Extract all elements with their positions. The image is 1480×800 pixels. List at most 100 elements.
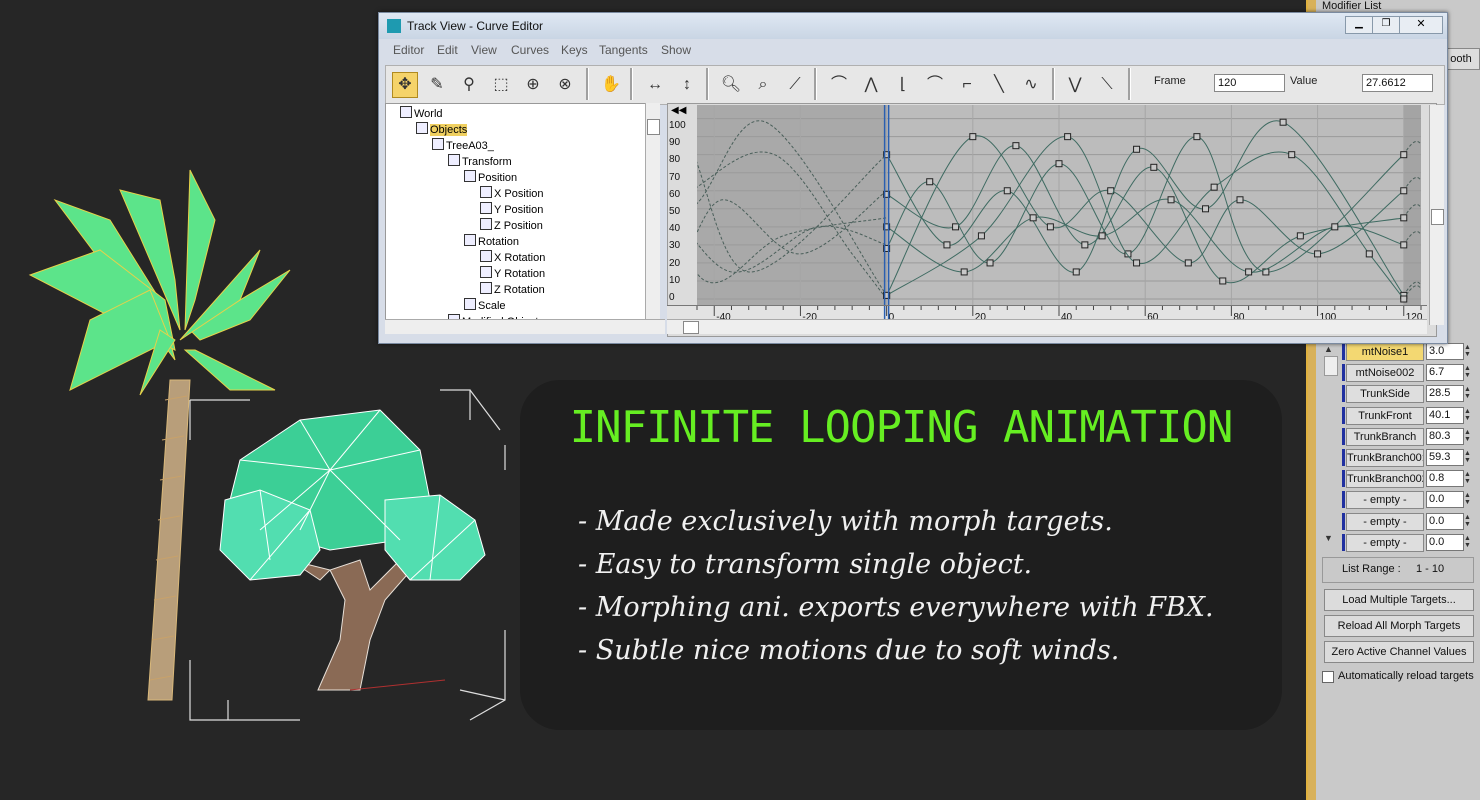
graph-vscrollbar[interactable] bbox=[1429, 105, 1444, 325]
channel-name-button[interactable]: TrunkSide bbox=[1346, 385, 1424, 404]
value-field[interactable]: 27.6612 bbox=[1362, 74, 1433, 92]
channel-name-button[interactable]: mtNoise1 bbox=[1346, 343, 1424, 361]
tree-item[interactable]: Position bbox=[464, 170, 517, 184]
add-keys-icon[interactable]: ⚲ bbox=[456, 72, 482, 98]
panel-scroll-down-icon[interactable]: ▼ bbox=[1324, 533, 1336, 547]
tree-item[interactable]: Scale bbox=[464, 298, 506, 312]
isolate-curve-icon[interactable]: ⟋ bbox=[782, 72, 808, 98]
channel-name-button[interactable]: TrunkFront bbox=[1346, 406, 1424, 425]
title-bar[interactable]: Track View - Curve Editor ▁ ❐ ✕ bbox=[379, 13, 1447, 39]
menu-editor[interactable]: Editor bbox=[393, 43, 424, 57]
channel-indicator bbox=[1342, 343, 1345, 360]
channel-name-button[interactable]: - empty - bbox=[1346, 491, 1424, 510]
channel-value-field[interactable]: 0.0 bbox=[1426, 533, 1464, 551]
unify-tangents-icon[interactable]: ⟍ bbox=[1094, 72, 1120, 98]
menu-show[interactable]: Show bbox=[661, 43, 691, 57]
spinner-icon[interactable]: ▲ ▼ bbox=[1464, 386, 1473, 400]
auto-reload-checkbox[interactable] bbox=[1322, 671, 1334, 683]
tree-item[interactable]: Rotation bbox=[464, 234, 519, 248]
spinner-icon[interactable]: ▲ ▼ bbox=[1464, 408, 1473, 422]
channel-value-field[interactable]: 3.0 bbox=[1426, 343, 1464, 360]
zoom-horizontal-icon[interactable]: ↔ bbox=[642, 72, 668, 98]
tangent-slow-icon[interactable]: ⌒ bbox=[922, 72, 948, 98]
close-icon[interactable]: ✕ bbox=[1399, 16, 1443, 34]
channel-value-field[interactable]: 40.1 bbox=[1426, 406, 1464, 424]
slide-keys-icon[interactable]: ⊗ bbox=[552, 72, 578, 98]
zoom-vertical-icon[interactable]: ↕ bbox=[674, 72, 700, 98]
channel-value-field[interactable]: 0.8 bbox=[1426, 470, 1464, 488]
y-tick-label: 40 bbox=[669, 223, 681, 235]
channel-name-button[interactable]: mtNoise002 bbox=[1346, 364, 1424, 383]
draw-curves-icon[interactable]: ✎ bbox=[424, 72, 450, 98]
move-keys-icon[interactable]: ✥ bbox=[392, 72, 418, 98]
channel-name-button[interactable]: - empty - bbox=[1346, 512, 1424, 531]
morph-channel-row: mtNoise002 6.7 ▲ ▼ bbox=[1342, 364, 1478, 383]
spinner-icon[interactable]: ▲ ▼ bbox=[1464, 535, 1473, 549]
spinner-icon[interactable]: ▲ ▼ bbox=[1464, 365, 1473, 379]
menu-keys[interactable]: Keys bbox=[561, 43, 588, 57]
spinner-icon[interactable]: ▲ ▼ bbox=[1464, 450, 1473, 464]
modifier-list-label[interactable]: Modifier List bbox=[1322, 0, 1381, 12]
tangent-linear-icon[interactable]: ╲ bbox=[986, 72, 1012, 98]
channel-value-field[interactable]: 0.0 bbox=[1426, 512, 1464, 530]
tangent-smooth-icon[interactable]: ∿ bbox=[1018, 72, 1044, 98]
spinner-icon[interactable]: ▲ ▼ bbox=[1464, 344, 1473, 358]
channel-value-field[interactable]: 6.7 bbox=[1426, 364, 1464, 382]
channel-scrollbar[interactable] bbox=[1324, 356, 1338, 376]
tree-item[interactable]: TreeA03_ bbox=[432, 138, 494, 152]
key-marker bbox=[1400, 214, 1408, 222]
tree-item[interactable]: World bbox=[400, 106, 443, 120]
channel-value-field[interactable]: 59.3 bbox=[1426, 449, 1464, 466]
tree-item[interactable]: Z Rotation bbox=[480, 282, 545, 296]
spinner-icon[interactable]: ▲ ▼ bbox=[1464, 471, 1473, 485]
zero-active-values-button[interactable]: Zero Active Channel Values bbox=[1324, 641, 1474, 663]
tree-item-label: X Rotation bbox=[494, 252, 546, 264]
reload-all-targets-button[interactable]: Reload All Morph Targets bbox=[1324, 615, 1474, 637]
tree-item[interactable]: Z Position bbox=[480, 218, 543, 232]
pan-hand-icon[interactable]: ✋ bbox=[598, 72, 624, 98]
channel-name-button[interactable]: TrunkBranch002 bbox=[1346, 470, 1424, 489]
tree-item[interactable]: Objects bbox=[416, 122, 468, 136]
tangent-custom-icon[interactable]: ⋀ bbox=[858, 72, 884, 98]
channel-name-button[interactable]: TrunkBranch00: bbox=[1346, 449, 1424, 467]
channel-value-field[interactable]: 0.0 bbox=[1426, 491, 1464, 509]
spinner-icon[interactable]: ▲ ▼ bbox=[1464, 492, 1473, 506]
info-panel: INFINITE LOOPING ANIMATION - Made exclus… bbox=[520, 380, 1282, 730]
menu-edit[interactable]: Edit bbox=[437, 43, 458, 57]
curve-graph[interactable] bbox=[697, 105, 1421, 305]
tree-scrollbar[interactable] bbox=[645, 103, 660, 331]
tree-item[interactable]: Y Position bbox=[480, 202, 543, 216]
menu-tangents[interactable]: Tangents bbox=[599, 43, 648, 57]
key-marker bbox=[1219, 277, 1227, 285]
tree-item[interactable]: Transform bbox=[448, 154, 512, 168]
channel-name-button[interactable]: - empty - bbox=[1346, 533, 1424, 552]
scale-values-icon[interactable]: ⊕ bbox=[520, 72, 546, 98]
menu-curves[interactable]: Curves bbox=[511, 43, 549, 57]
tangent-fast-icon[interactable]: ⌊ bbox=[890, 72, 916, 98]
minimize-icon[interactable]: ▁ bbox=[1345, 16, 1373, 34]
region-select-icon[interactable]: ⬚ bbox=[488, 72, 514, 98]
load-multiple-targets-button[interactable]: Load Multiple Targets... bbox=[1324, 589, 1474, 611]
tree-item[interactable]: X Position bbox=[480, 186, 544, 200]
channel-value-field[interactable]: 80.3 bbox=[1426, 427, 1464, 445]
frame-field[interactable]: 120 bbox=[1214, 74, 1285, 92]
menu-view[interactable]: View bbox=[471, 43, 497, 57]
tree-item[interactable]: Y Rotation bbox=[480, 266, 545, 280]
tree-hscrollbar[interactable] bbox=[385, 319, 665, 334]
tree-item[interactable]: X Rotation bbox=[480, 250, 545, 264]
channel-name-button[interactable]: TrunkBranch bbox=[1346, 427, 1424, 446]
tangent-auto-icon[interactable]: ⌒ bbox=[826, 72, 852, 98]
spinner-icon[interactable]: ▲ ▼ bbox=[1464, 429, 1473, 443]
break-tangents-icon[interactable]: ⋁ bbox=[1062, 72, 1088, 98]
channel-value-field[interactable]: 28.5 bbox=[1426, 385, 1464, 403]
controller-tree[interactable]: World Objects TreeA03_ Transform Position X P… bbox=[385, 103, 657, 333]
zoom-region-icon[interactable]: ⌕ bbox=[750, 72, 776, 98]
graph-hscrollbar[interactable] bbox=[667, 319, 1427, 334]
maximize-icon[interactable]: ❐ bbox=[1372, 16, 1400, 34]
morph-channel-row: - empty -0.0 ▲ ▼ bbox=[1342, 491, 1478, 510]
spinner-icon[interactable]: ▲ ▼ bbox=[1464, 514, 1473, 528]
tangent-step-icon[interactable]: ⌐ bbox=[954, 72, 980, 98]
zoom-icon[interactable]: 🔍︎ bbox=[718, 72, 744, 98]
morph-channel-row: - empty -0.0 ▲ ▼ bbox=[1342, 533, 1478, 552]
headline: INFINITE LOOPING ANIMATION bbox=[569, 402, 1234, 453]
